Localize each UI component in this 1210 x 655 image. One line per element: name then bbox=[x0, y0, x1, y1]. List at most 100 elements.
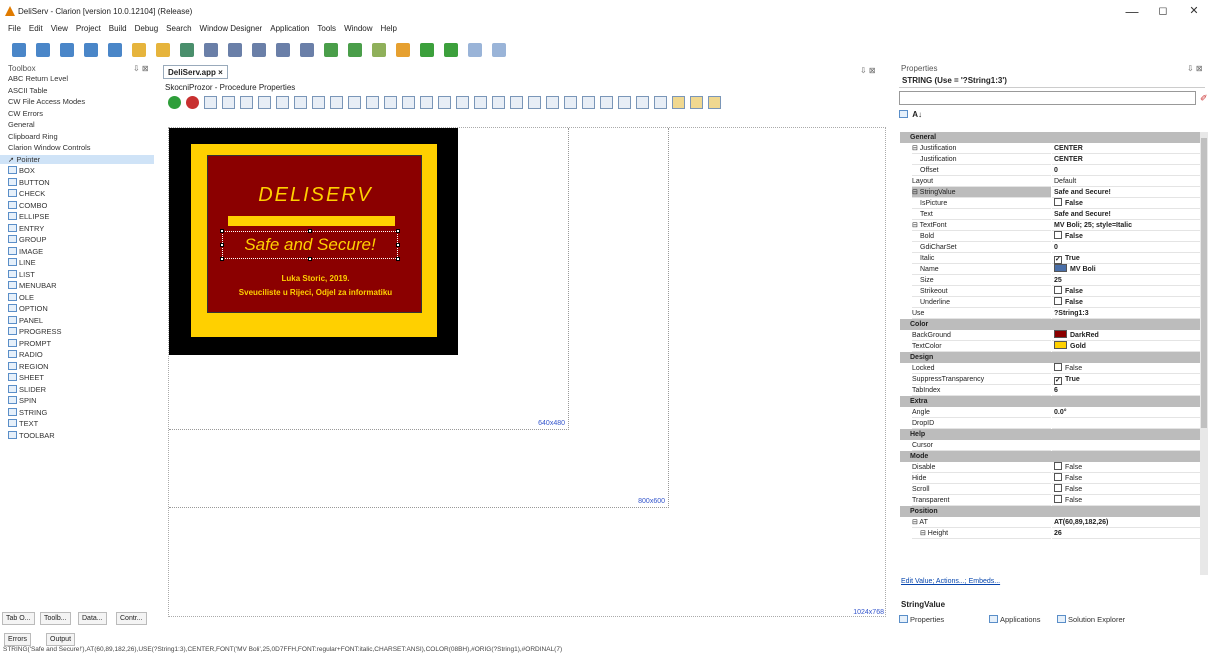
designer-tool-icon[interactable] bbox=[690, 96, 703, 109]
toolbox-item-check[interactable]: CHECK bbox=[8, 189, 45, 198]
toolbar-button-icon[interactable] bbox=[12, 43, 26, 57]
toolbar-button-icon[interactable] bbox=[84, 43, 98, 57]
property-value[interactable]: False bbox=[1052, 198, 1200, 209]
toolbox-item-ole[interactable]: OLE bbox=[8, 292, 34, 302]
resize-handle[interactable] bbox=[308, 257, 312, 261]
toolbox-item-box[interactable]: BOX bbox=[8, 166, 35, 175]
bottom-tab[interactable]: Contr... bbox=[116, 612, 147, 625]
tab-output[interactable]: Output bbox=[46, 633, 76, 646]
property-value[interactable] bbox=[1052, 440, 1200, 451]
property-value[interactable]: AT(60,89,182,26) bbox=[1052, 517, 1200, 528]
property-row[interactable]: Layout Default bbox=[900, 176, 1200, 187]
checkbox-icon[interactable] bbox=[1054, 484, 1062, 492]
tab-deliserv-app[interactable]: DeliServ.app × bbox=[163, 65, 228, 79]
designer-tool-icon[interactable] bbox=[204, 96, 217, 109]
menu-edit[interactable]: Edit bbox=[29, 24, 43, 33]
toolbox-item-radio[interactable]: RADIO bbox=[8, 350, 43, 359]
property-value[interactable]: CENTER bbox=[1052, 154, 1200, 165]
toolbox-category[interactable]: Clipboard Ring bbox=[8, 132, 58, 141]
editor-pin-icon[interactable]: ⇩ ⊠ bbox=[860, 66, 876, 75]
property-row[interactable]: TabIndex 6 bbox=[900, 385, 1200, 396]
bottom-tab[interactable]: Tab O... bbox=[2, 612, 35, 625]
property-row[interactable]: Cursor bbox=[900, 440, 1200, 451]
toolbar-button-icon[interactable] bbox=[60, 43, 74, 57]
designer-tool-icon[interactable] bbox=[420, 96, 433, 109]
toolbar-button-icon[interactable] bbox=[36, 43, 50, 57]
property-value[interactable]: False bbox=[1052, 363, 1200, 374]
property-row[interactable]: ⊟ Justification CENTER bbox=[900, 143, 1200, 154]
property-scrollbar[interactable] bbox=[1200, 132, 1208, 575]
toolbox-item-line[interactable]: LINE bbox=[8, 258, 36, 267]
credit-author[interactable]: Luka Storic, 2019. bbox=[208, 274, 423, 283]
designer-tool-icon[interactable] bbox=[564, 96, 577, 109]
designed-window[interactable]: DELISERV Safe and Secure! Luka Storic, 2… bbox=[169, 128, 458, 355]
property-row[interactable]: Scroll False bbox=[900, 484, 1200, 495]
property-row[interactable]: ⊟ Height 26 bbox=[900, 528, 1200, 539]
property-row[interactable]: TextColor Gold bbox=[900, 341, 1200, 352]
property-row[interactable]: Justification CENTER bbox=[900, 154, 1200, 165]
property-value[interactable]: Gold bbox=[1052, 341, 1200, 352]
checkbox-icon[interactable] bbox=[1054, 198, 1062, 206]
property-row[interactable]: Bold False bbox=[900, 231, 1200, 242]
property-value[interactable]: False bbox=[1052, 484, 1200, 495]
property-value[interactable]: ✓ True bbox=[1052, 253, 1200, 264]
designer-tool-icon[interactable] bbox=[582, 96, 595, 109]
bottom-tab[interactable]: Data... bbox=[78, 612, 107, 625]
designer-tool-icon[interactable] bbox=[600, 96, 613, 109]
checkbox-icon[interactable] bbox=[1054, 286, 1062, 294]
resize-handle[interactable] bbox=[220, 229, 224, 233]
red-panel[interactable]: DELISERV Safe and Secure! Luka Storic, 2… bbox=[207, 155, 422, 313]
property-value[interactable]: 6 bbox=[1052, 385, 1200, 396]
bottom-tab[interactable]: Toolb... bbox=[40, 612, 71, 625]
property-value[interactable]: DarkRed bbox=[1052, 330, 1200, 341]
toolbar-button-icon[interactable] bbox=[324, 43, 338, 57]
credit-institution[interactable]: Sveuciliste u Rijeci, Odjel za informati… bbox=[208, 288, 423, 297]
toolbox-category[interactable]: CW File Access Modes bbox=[8, 97, 85, 106]
menu-search[interactable]: Search bbox=[166, 24, 191, 33]
designer-tool-icon[interactable] bbox=[222, 96, 235, 109]
property-links[interactable]: Edit Value; Actions...; Embeds... bbox=[901, 578, 1000, 585]
slogan-string[interactable]: Safe and Secure! bbox=[222, 231, 398, 259]
property-row[interactable]: SuppressTransparency ✓ True bbox=[900, 374, 1200, 385]
menu-window[interactable]: Window bbox=[344, 24, 372, 33]
toolbar-button-icon[interactable] bbox=[420, 43, 434, 57]
toolbox-item-button[interactable]: BUTTON bbox=[8, 177, 50, 187]
menu-tools[interactable]: Tools bbox=[317, 24, 336, 33]
property-row[interactable]: Locked False bbox=[900, 363, 1200, 374]
property-value[interactable]: False bbox=[1052, 286, 1200, 297]
designer-tool-icon[interactable] bbox=[456, 96, 469, 109]
designer-tool-icon[interactable] bbox=[510, 96, 523, 109]
toolbox-category[interactable]: General bbox=[8, 120, 35, 129]
toolbox-item-group[interactable]: GROUP bbox=[8, 235, 47, 244]
menu-view[interactable]: View bbox=[51, 24, 68, 33]
toolbox-category[interactable]: ABC Return Level bbox=[8, 74, 68, 83]
property-row[interactable]: Use ?String1:3 bbox=[900, 308, 1200, 319]
tab-applications[interactable]: Applications bbox=[989, 615, 1040, 624]
designer-tool-icon[interactable] bbox=[438, 96, 451, 109]
designer-tool-icon[interactable] bbox=[636, 96, 649, 109]
property-value[interactable]: Default bbox=[1052, 176, 1200, 187]
designer-tool-icon[interactable] bbox=[708, 96, 721, 109]
toolbox-item-string[interactable]: STRING bbox=[8, 407, 47, 417]
toolbox-category[interactable]: CW Errors bbox=[8, 109, 43, 118]
property-value[interactable]: False bbox=[1052, 462, 1200, 473]
property-value[interactable]: False bbox=[1052, 473, 1200, 484]
property-row[interactable]: Offset 0 bbox=[900, 165, 1200, 176]
toolbox-item-spin[interactable]: SPIN bbox=[8, 396, 37, 405]
toolbox-item-sheet[interactable]: SHEET bbox=[8, 373, 44, 382]
toolbar-button-icon[interactable] bbox=[204, 43, 218, 57]
property-row[interactable]: ⊟ TextFont MV Boli; 25; style=Italic bbox=[900, 220, 1200, 231]
toolbar-button-icon[interactable] bbox=[132, 43, 146, 57]
checkbox-icon[interactable] bbox=[1054, 473, 1062, 481]
property-value[interactable]: False bbox=[1052, 231, 1200, 242]
toolbox-item-entry[interactable]: ENTRY bbox=[8, 223, 44, 233]
designer-tool-icon[interactable] bbox=[384, 96, 397, 109]
resize-handle[interactable] bbox=[220, 243, 224, 247]
toolbar-button-icon[interactable] bbox=[252, 43, 266, 57]
menu-application[interactable]: Application bbox=[270, 24, 309, 33]
tab-solution-explorer[interactable]: Solution Explorer bbox=[1057, 615, 1125, 624]
toolbox-item-option[interactable]: OPTION bbox=[8, 304, 48, 313]
toolbar-button-icon[interactable] bbox=[444, 43, 458, 57]
toolbox-item-menubar[interactable]: MENUBAR bbox=[8, 281, 57, 290]
property-value[interactable]: Safe and Secure! bbox=[1052, 209, 1200, 220]
